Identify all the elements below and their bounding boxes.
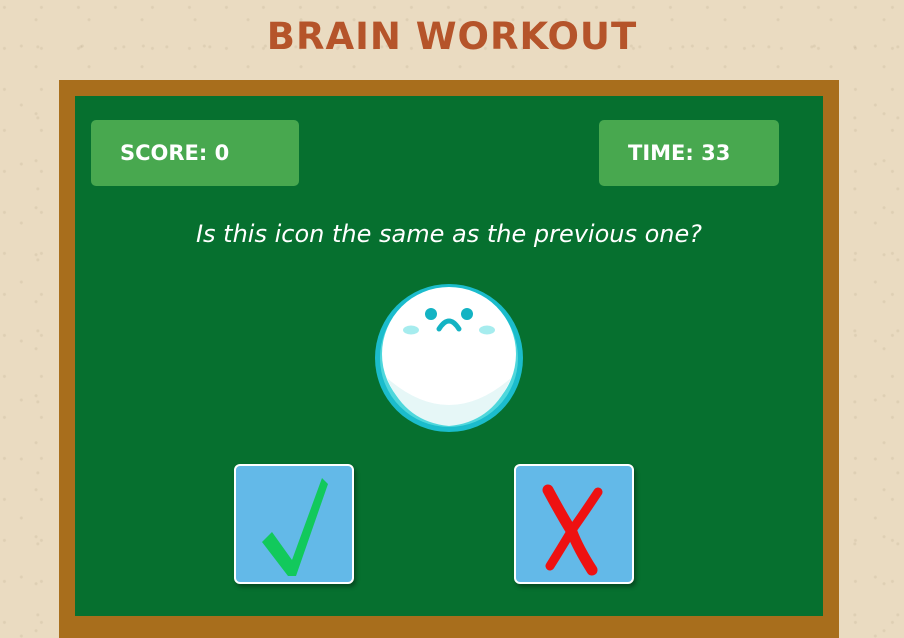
different-button[interactable] [514,464,634,584]
chalkboard-frame: SCORE: 0 TIME: 33 Is this icon the same … [59,80,839,638]
sad-face-ball-icon [373,282,525,434]
question-text: Is this icon the same as the previous on… [195,220,703,248]
score-display: SCORE: 0 [91,120,299,186]
chalkboard: SCORE: 0 TIME: 33 Is this icon the same … [75,96,823,616]
red-x-icon [542,484,603,576]
timer-display: TIME: 33 [599,120,779,186]
same-button[interactable] [234,464,354,584]
game-title: BRAIN WORKOUT [266,15,638,58]
check-mark-icon [262,478,328,576]
